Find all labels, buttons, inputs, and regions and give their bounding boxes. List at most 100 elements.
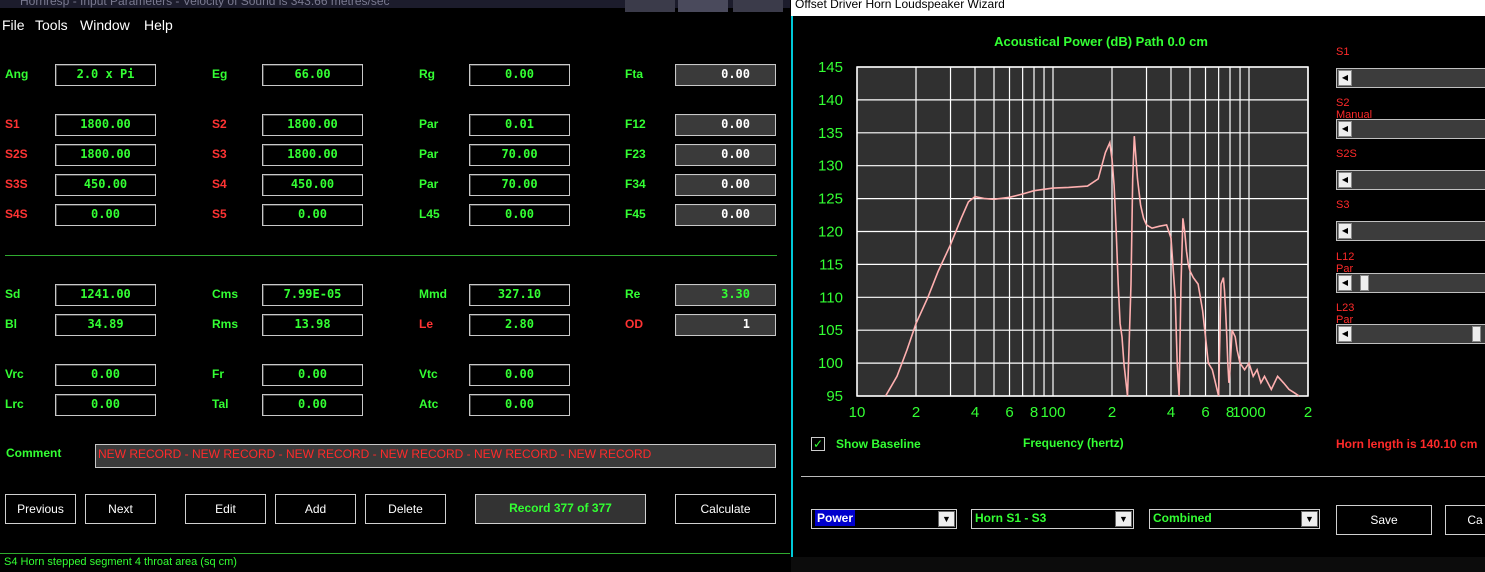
slider-label: L12 Par bbox=[1336, 251, 1355, 275]
chevron-left-icon[interactable]: ◀ bbox=[1338, 275, 1352, 291]
wizard-title: Offset Driver Horn Loudspeaker Wizard bbox=[795, 0, 1005, 11]
param-field[interactable]: 1800.00 bbox=[55, 114, 156, 136]
param-label: Bl bbox=[5, 317, 17, 331]
mode-select[interactable]: Combined ▼ bbox=[1149, 509, 1320, 529]
menu-tools[interactable]: Tools bbox=[35, 14, 68, 36]
underlying-window-strip bbox=[791, 557, 1485, 572]
param-field[interactable]: 0.00 bbox=[675, 144, 776, 166]
minimize-button[interactable] bbox=[625, 0, 675, 12]
param-field[interactable]: 0.00 bbox=[675, 114, 776, 136]
param-field[interactable]: 327.10 bbox=[469, 284, 570, 306]
param-field[interactable]: 0.00 bbox=[55, 364, 156, 386]
menu-file[interactable]: File bbox=[2, 14, 25, 36]
param-field[interactable]: 0.00 bbox=[469, 364, 570, 386]
param-field[interactable]: 70.00 bbox=[469, 144, 570, 166]
param-field[interactable]: 1241.00 bbox=[55, 284, 156, 306]
slider[interactable]: ◀ bbox=[1336, 170, 1485, 190]
chevron-left-icon[interactable]: ◀ bbox=[1338, 223, 1352, 239]
param-field[interactable]: 0.00 bbox=[55, 204, 156, 226]
chevron-left-icon[interactable]: ◀ bbox=[1338, 326, 1352, 342]
chevron-down-icon[interactable]: ▼ bbox=[938, 511, 955, 527]
chevron-down-icon[interactable]: ▼ bbox=[1301, 511, 1318, 527]
slider-label: S3 bbox=[1336, 199, 1350, 211]
y-tick-label: 135 bbox=[818, 125, 843, 142]
chart-type-select[interactable]: Power ▼ bbox=[811, 509, 957, 529]
previous-button[interactable]: Previous bbox=[5, 494, 76, 524]
param-label: S1 bbox=[5, 117, 20, 131]
x-tick-label: 6 bbox=[1201, 404, 1209, 421]
chevron-left-icon[interactable]: ◀ bbox=[1338, 70, 1352, 86]
param-field[interactable]: 1800.00 bbox=[262, 144, 363, 166]
param-label: Fta bbox=[625, 67, 643, 81]
show-baseline-label[interactable]: Show Baseline bbox=[836, 437, 921, 451]
comment-field[interactable]: NEW RECORD - NEW RECORD - NEW RECORD - N… bbox=[95, 444, 776, 468]
chevron-left-icon[interactable]: ◀ bbox=[1338, 172, 1352, 188]
param-field[interactable]: 0.00 bbox=[55, 394, 156, 416]
y-tick-label: 105 bbox=[818, 322, 843, 339]
slider[interactable]: ◀ bbox=[1336, 273, 1485, 293]
save-button[interactable]: Save bbox=[1336, 505, 1432, 535]
param-label: S4S bbox=[5, 207, 28, 221]
param-field[interactable]: 0.00 bbox=[262, 394, 363, 416]
param-field[interactable]: 66.00 bbox=[262, 64, 363, 86]
x-tick-label: 10 bbox=[849, 404, 866, 421]
x-axis-label: Frequency (hertz) bbox=[1023, 436, 1124, 450]
slider-thumb[interactable] bbox=[1360, 275, 1369, 291]
param-field[interactable]: 0.00 bbox=[469, 394, 570, 416]
param-label: F12 bbox=[625, 117, 646, 131]
menu-window[interactable]: Window bbox=[80, 14, 130, 36]
param-field[interactable]: 13.98 bbox=[262, 314, 363, 336]
slider[interactable]: ◀ bbox=[1336, 324, 1485, 344]
hornresp-input-window: Hornresp - Input Parameters - Velocity o… bbox=[0, 0, 790, 572]
slider[interactable]: ◀ bbox=[1336, 221, 1485, 241]
add-button[interactable]: Add bbox=[275, 494, 356, 524]
edit-button[interactable]: Edit bbox=[185, 494, 266, 524]
path-select[interactable]: Horn S1 - S3 ▼ bbox=[971, 509, 1134, 529]
param-field[interactable]: 3.30 bbox=[675, 284, 776, 306]
x-tick-label: 6 bbox=[1005, 404, 1013, 421]
param-field[interactable]: 450.00 bbox=[262, 174, 363, 196]
param-label: F45 bbox=[625, 207, 646, 221]
slider-thumb[interactable] bbox=[1472, 326, 1481, 342]
slider[interactable]: ◀ bbox=[1336, 68, 1485, 88]
param-field[interactable]: 2.80 bbox=[469, 314, 570, 336]
param-field[interactable]: 70.00 bbox=[469, 174, 570, 196]
param-field[interactable]: 0.00 bbox=[675, 204, 776, 226]
x-tick-label: 2 bbox=[912, 404, 920, 421]
cancel-button[interactable]: Ca bbox=[1445, 505, 1485, 535]
y-tick-label: 110 bbox=[819, 289, 843, 306]
param-field[interactable]: 0.00 bbox=[675, 64, 776, 86]
chart-type-value: Power bbox=[815, 510, 856, 526]
chevron-down-icon[interactable]: ▼ bbox=[1115, 511, 1132, 527]
param-label: Cms bbox=[212, 287, 239, 301]
param-field[interactable]: 0.00 bbox=[262, 204, 363, 226]
param-field[interactable]: 2.0 x Pi bbox=[55, 64, 156, 86]
maximize-button[interactable] bbox=[678, 0, 728, 12]
param-field[interactable]: 34.89 bbox=[55, 314, 156, 336]
param-label: Par bbox=[419, 177, 439, 191]
next-button[interactable]: Next bbox=[85, 494, 156, 524]
param-field[interactable]: 450.00 bbox=[55, 174, 156, 196]
param-field[interactable]: 7.99E-05 bbox=[262, 284, 363, 306]
calculate-button[interactable]: Calculate bbox=[675, 494, 776, 524]
param-field[interactable]: 0.01 bbox=[469, 114, 570, 136]
param-field[interactable]: 1 bbox=[675, 314, 776, 336]
slider-label: S2 Manual bbox=[1336, 97, 1373, 121]
param-field[interactable]: 0.00 bbox=[675, 174, 776, 196]
menu-help[interactable]: Help bbox=[144, 14, 173, 36]
param-label: Par bbox=[419, 117, 439, 131]
close-button[interactable] bbox=[733, 0, 783, 12]
x-tick-label: 8 bbox=[1030, 404, 1038, 421]
param-field[interactable]: 0.00 bbox=[469, 204, 570, 226]
show-baseline-checkbox[interactable]: ✓ bbox=[811, 437, 825, 451]
slider[interactable]: ◀ bbox=[1336, 119, 1485, 139]
record-indicator: Record 377 of 377 bbox=[475, 494, 646, 524]
param-field[interactable]: 1800.00 bbox=[55, 144, 156, 166]
param-field[interactable]: 0.00 bbox=[262, 364, 363, 386]
param-field[interactable]: 0.00 bbox=[469, 64, 570, 86]
chevron-left-icon[interactable]: ◀ bbox=[1338, 121, 1352, 137]
delete-button[interactable]: Delete bbox=[365, 494, 446, 524]
param-label: Vrc bbox=[5, 367, 24, 381]
y-tick-label: 145 bbox=[818, 59, 843, 76]
param-field[interactable]: 1800.00 bbox=[262, 114, 363, 136]
